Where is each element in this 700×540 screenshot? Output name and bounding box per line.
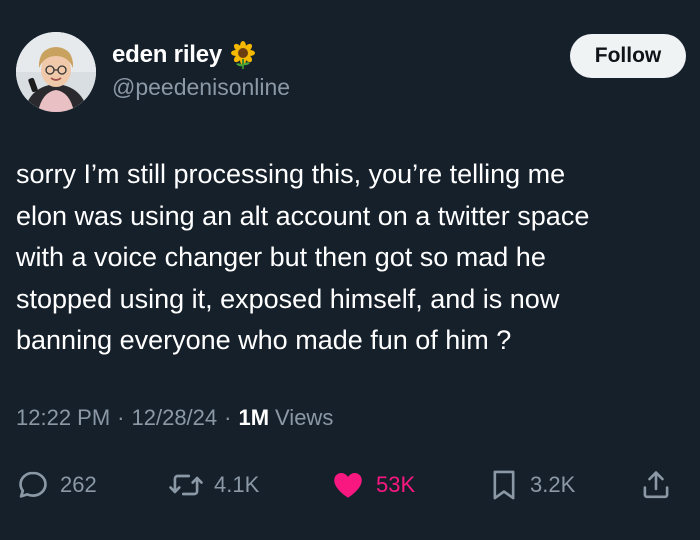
bookmark-icon <box>493 470 515 500</box>
avatar[interactable] <box>16 32 96 112</box>
user-handle[interactable]: @peedenisonline <box>112 74 290 101</box>
heart-icon <box>334 472 362 498</box>
tweet-date[interactable]: 12/28/24 <box>132 405 218 431</box>
share-button[interactable] <box>640 460 672 510</box>
meta-separator: · <box>224 405 232 430</box>
views-label[interactable]: Views <box>275 405 333 431</box>
user-names: eden riley @peedenisonline <box>112 38 290 101</box>
repost-button[interactable]: 4.1K <box>168 460 259 510</box>
tweet-meta: 12:22 PM · 12/28/24 · 1M Views <box>16 405 333 431</box>
reply-button[interactable]: 262 <box>16 460 97 510</box>
repost-count: 4.1K <box>214 472 260 497</box>
reply-icon <box>19 471 47 498</box>
like-count: 53K <box>376 472 416 497</box>
views-count[interactable]: 1M <box>238 405 269 431</box>
follow-button[interactable]: Follow <box>570 34 686 78</box>
repost-icon <box>169 474 203 496</box>
display-name[interactable]: eden riley <box>112 41 222 69</box>
tweet-text: sorry I’m still processing this, you’re … <box>16 159 590 355</box>
sunflower-icon <box>228 40 258 70</box>
meta-separator: · <box>117 405 125 430</box>
bookmark-count: 3.2K <box>530 472 576 497</box>
tweet-header: eden riley @peedenisonline Follow <box>16 30 686 114</box>
tweet-time[interactable]: 12:22 PM <box>16 405 110 431</box>
display-name-row: eden riley <box>112 38 290 72</box>
tweet-card: eden riley @peedenisonline Follow sorry … <box>0 0 700 540</box>
reply-count: 262 <box>60 472 97 497</box>
like-button[interactable]: 53K <box>330 460 415 510</box>
action-bar: 262 4.1K 53K 3.2K <box>0 460 700 510</box>
share-icon <box>643 471 669 499</box>
bookmark-button[interactable]: 3.2K <box>488 460 575 510</box>
